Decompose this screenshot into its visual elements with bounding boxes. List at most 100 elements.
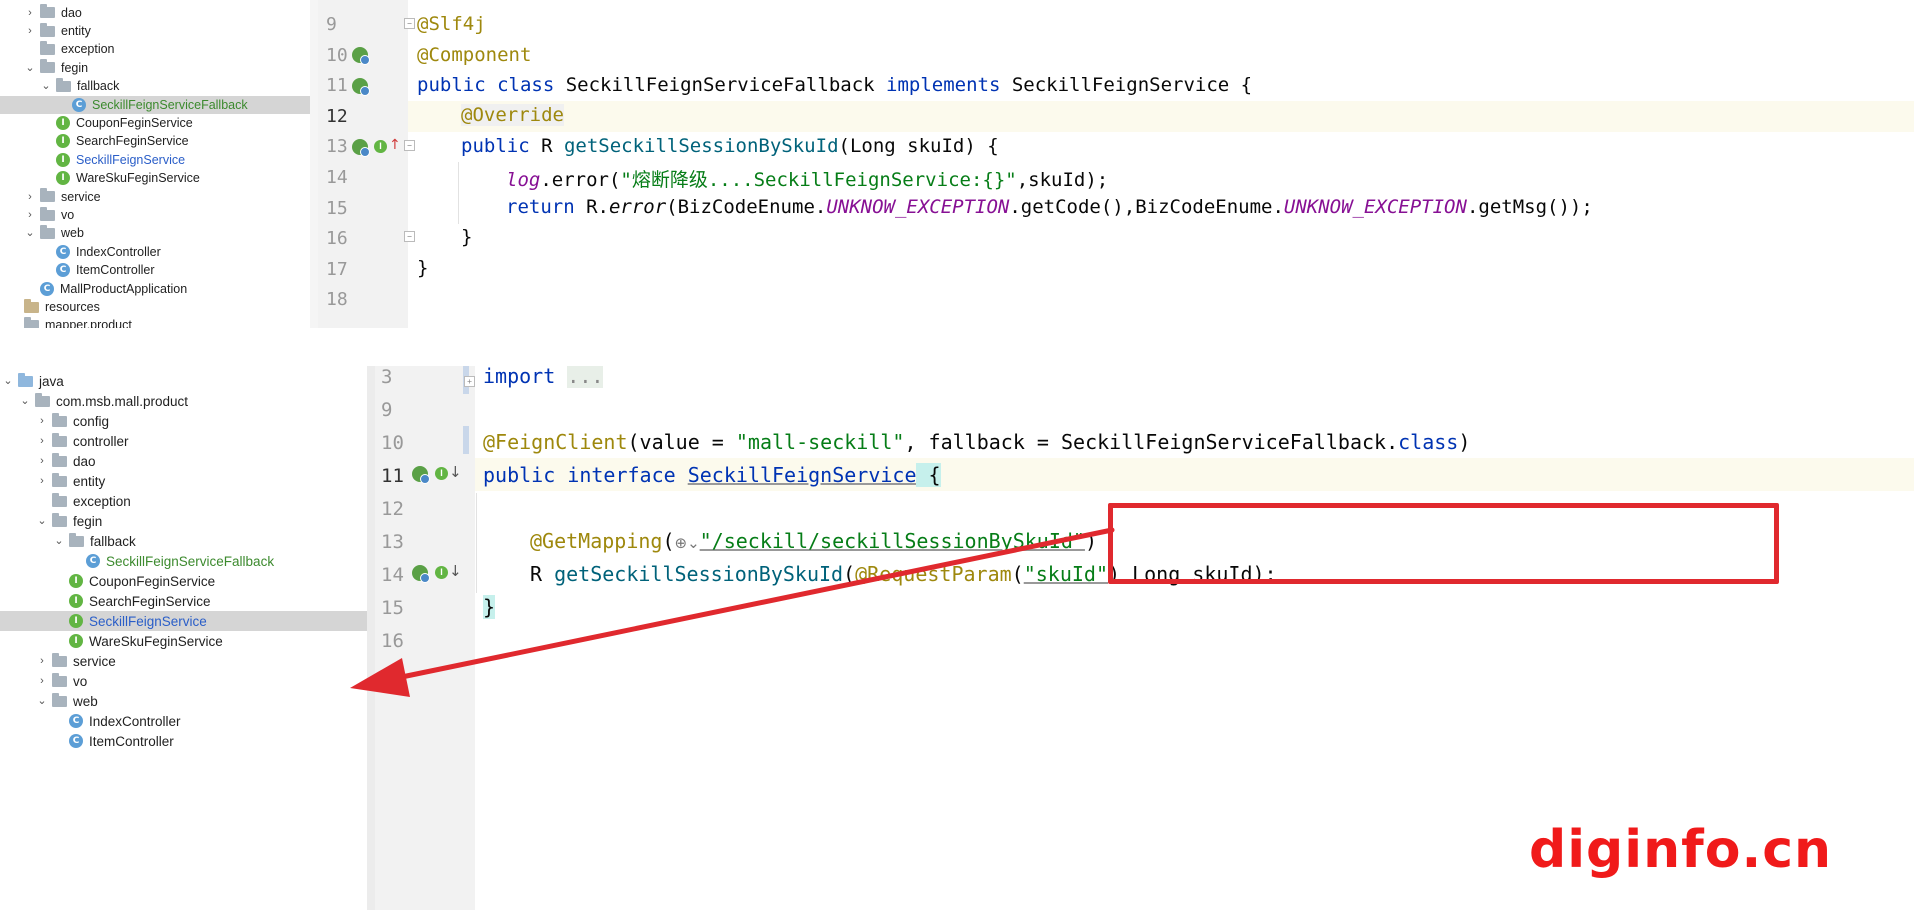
tree-item[interactable]: C ItemController	[0, 731, 375, 751]
fold-marker[interactable]: −	[404, 231, 415, 242]
tree-item-label: web	[61, 226, 84, 241]
tree-item-label: SeckillFeignService	[89, 613, 207, 629]
tree-item[interactable]: exception	[0, 40, 318, 58]
chevron-right-icon[interactable]: ›	[24, 209, 36, 221]
chevron-right-icon[interactable]: ›	[24, 25, 36, 37]
chevron-right-icon[interactable]: ›	[36, 415, 48, 427]
spring-bean-icon[interactable]	[352, 139, 370, 157]
folder-icon	[52, 512, 67, 527]
chevron-down-icon[interactable]: ⌄	[53, 535, 65, 547]
tree-item[interactable]: ⌄ fallback	[0, 77, 318, 95]
tree-item[interactable]: C SeckillFeignServiceFallback	[0, 551, 375, 571]
code-text: R.	[586, 196, 609, 218]
implementations-icon[interactable]: I	[435, 467, 448, 480]
chevron-right-icon[interactable]: ›	[36, 435, 48, 447]
tree-item[interactable]: ⌄ web	[0, 691, 375, 711]
tree-item[interactable]: ⌄ java	[0, 371, 375, 391]
method-name: getSeckillSessionBySkuId	[554, 562, 844, 586]
line-number: 14	[326, 167, 348, 188]
chevron-right-icon[interactable]: ›	[36, 675, 48, 687]
tree-item[interactable]: › service	[0, 651, 375, 671]
code-text: .getCode(),BizCodeEnume.	[1009, 196, 1284, 218]
tree-item[interactable]: ⌄ fegin	[0, 511, 375, 531]
go-to-impl-icon[interactable]: ↓	[449, 562, 462, 580]
chevron-down-icon[interactable]: ⌄	[24, 62, 36, 74]
fold-marker[interactable]: +	[464, 376, 475, 387]
go-to-impl-icon[interactable]: ↓	[449, 463, 462, 481]
tree-item-label: CouponFeginService	[89, 573, 216, 589]
chevron-down-icon[interactable]: ⌄	[36, 695, 48, 707]
tree-item[interactable]: C IndexController	[0, 711, 375, 731]
code-line-10: @FeignClient(value = "mall-seckill", fal…	[483, 430, 1470, 454]
tree-item-label: entity	[61, 24, 91, 39]
tree-item[interactable]: › vo	[0, 671, 375, 691]
tree-item[interactable]: C IndexController	[0, 243, 318, 261]
chevron-down-icon[interactable]: ⌄	[24, 227, 36, 239]
tree-item[interactable]: ⌄ fegin	[0, 59, 318, 77]
spring-bean-icon[interactable]	[412, 565, 430, 583]
code-text: (	[843, 562, 856, 586]
tree-item[interactable]: I SearchFeginService	[0, 132, 318, 150]
indent-guide	[476, 493, 477, 593]
tree-item[interactable]: C ItemController	[0, 261, 318, 279]
tree-item[interactable]: ⌄ fallback	[0, 531, 375, 551]
gutter-marker	[463, 426, 469, 454]
chevron-right-icon[interactable]: ›	[24, 7, 36, 19]
chevron-right-icon[interactable]: ›	[36, 455, 48, 467]
chevron-right-icon[interactable]: ›	[36, 655, 48, 667]
tree-item[interactable]: I SearchFeginService	[0, 591, 375, 611]
tree-item[interactable]: › config	[0, 411, 375, 431]
line-number: 12	[381, 498, 404, 520]
tree-item[interactable]: resources	[0, 298, 318, 316]
tree-item-label: exception	[73, 493, 131, 509]
tree-item[interactable]: C MallProductApplication	[0, 280, 318, 298]
spring-bean-icon[interactable]	[352, 78, 370, 96]
tree-item[interactable]: › vo	[0, 206, 318, 224]
code-line-16: }	[461, 226, 472, 248]
chevron-right-icon[interactable]: ›	[36, 475, 48, 487]
implementations-icon[interactable]: I	[435, 566, 448, 579]
implements-method-icon[interactable]: I	[374, 140, 387, 153]
interface-name[interactable]: SeckillFeignService	[688, 463, 917, 487]
tree-item[interactable]: exception	[0, 491, 375, 511]
tree-item[interactable]: mapper.product	[0, 316, 318, 328]
chevron-down-icon[interactable]: ⌄	[2, 375, 14, 387]
tree-item[interactable]: › controller	[0, 431, 375, 451]
folder-icon	[40, 59, 55, 74]
tree-item-label: exception	[61, 42, 115, 57]
tree-item[interactable]: I CouponFeginService	[0, 114, 318, 132]
code-text: )	[1084, 529, 1097, 553]
fold-marker[interactable]: −	[404, 140, 415, 151]
chevron-down-icon[interactable]: ⌄	[40, 80, 52, 92]
code-line-15: return R.error(BizCodeEnume.UNKNOW_EXCEP…	[506, 196, 1593, 218]
tree-item[interactable]: I SeckillFeignService	[0, 611, 375, 631]
chevron-down-icon[interactable]: ⌄	[19, 395, 31, 407]
tree-item[interactable]: C SeckillFeignServiceFallback	[0, 95, 318, 114]
folder-icon	[40, 22, 55, 37]
code-line-14: log.error("熔断降级....SeckillFeignService:{…	[506, 165, 1108, 192]
tree-item[interactable]: ⌄ web	[0, 224, 318, 242]
folder-icon	[40, 40, 55, 55]
tree-item[interactable]: › service	[0, 188, 318, 206]
tree-item[interactable]: I WareSkuFeginService	[0, 169, 318, 187]
chevron-right-icon[interactable]: ›	[24, 191, 36, 203]
go-to-super-icon[interactable]: ↑	[389, 137, 401, 153]
tree-item[interactable]: I SeckillFeignService	[0, 151, 318, 169]
tree-item[interactable]: I WareSkuFeginService	[0, 631, 375, 651]
tree-item[interactable]: › entity	[0, 22, 318, 40]
spring-bean-icon[interactable]	[412, 466, 430, 484]
tree-item-label: web	[73, 693, 98, 709]
tree-item-label: CouponFeginService	[76, 116, 193, 131]
tree-item[interactable]: › dao	[0, 451, 375, 471]
tree-item[interactable]: › dao	[0, 4, 318, 22]
tree-item[interactable]: ⌄ com.msb.mall.product	[0, 391, 375, 411]
tree-item[interactable]: › entity	[0, 471, 375, 491]
chevron-down-icon[interactable]: ⌄	[36, 515, 48, 527]
globe-icon[interactable]: ⊕⌄	[675, 534, 700, 552]
tree-item[interactable]: I CouponFeginService	[0, 571, 375, 591]
spring-bean-icon[interactable]	[352, 47, 370, 65]
folded-imports[interactable]: ...	[567, 366, 604, 388]
fold-marker[interactable]: −	[404, 18, 415, 29]
